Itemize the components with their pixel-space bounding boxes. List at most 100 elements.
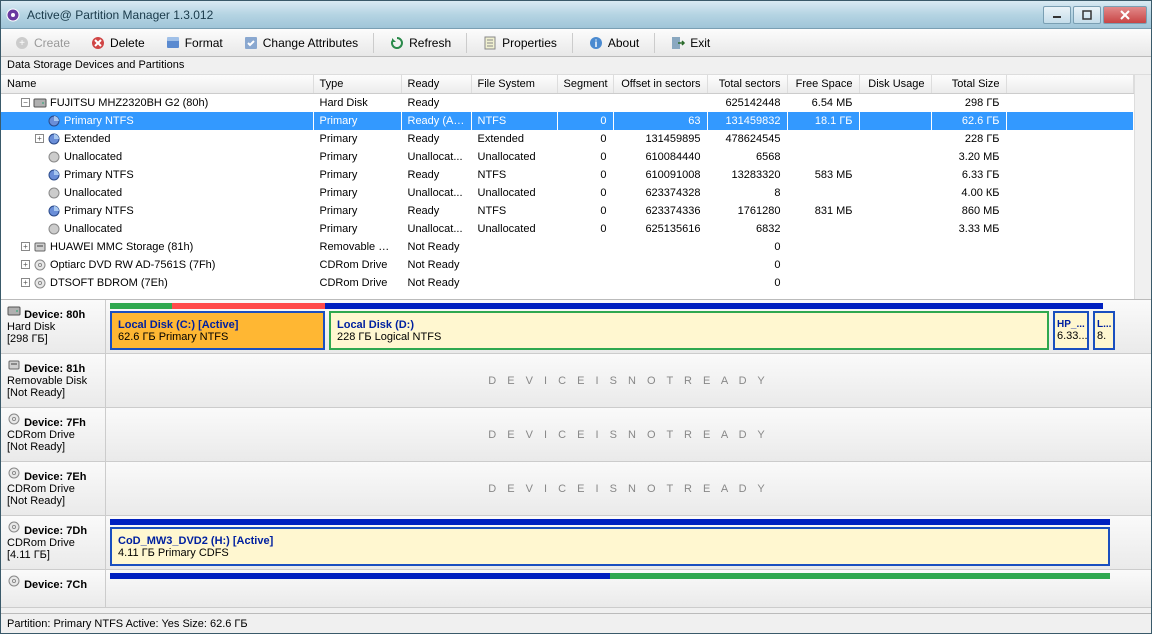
- cell-usage: [859, 274, 931, 292]
- properties-icon: [482, 35, 498, 51]
- col-segment[interactable]: Segment: [557, 75, 613, 94]
- cell-tsec: 478624545: [707, 130, 787, 148]
- about-icon: i: [588, 35, 604, 51]
- refresh-button[interactable]: Refresh: [380, 32, 460, 54]
- col-offset[interactable]: Offset in sectors: [613, 75, 707, 94]
- table-row[interactable]: Primary NTFSPrimaryReadyNTFS061009100813…: [1, 166, 1134, 184]
- cell-fs: Unallocated: [471, 148, 557, 166]
- table-scrollbar[interactable]: [1134, 75, 1151, 299]
- partition-name: CoD_MW3_DVD2 (H:) [Active]: [118, 535, 1102, 547]
- exit-button[interactable]: Exit: [661, 32, 719, 54]
- cell-ready: Unallocat...: [401, 148, 471, 166]
- partition-box[interactable]: Local Disk (C:) [Active]62.6 ГБ Primary …: [110, 311, 325, 350]
- delete-button[interactable]: Delete: [81, 32, 154, 54]
- table-row[interactable]: −FUJITSU MHZ2320BH G2 (80h)Hard DiskRead…: [1, 94, 1134, 112]
- exit-label: Exit: [690, 36, 710, 50]
- partition-box[interactable]: HP_...6.33...: [1053, 311, 1089, 350]
- col-type[interactable]: Type: [313, 75, 401, 94]
- create-button[interactable]: +Create: [5, 32, 79, 54]
- window-title: Active@ Partition Manager 1.3.012: [27, 8, 1043, 22]
- tree-expander: [35, 170, 44, 179]
- cell-tsec: 131459832: [707, 112, 787, 130]
- table-row[interactable]: UnallocatedPrimaryUnallocat...Unallocate…: [1, 220, 1134, 238]
- table-row[interactable]: +ExtendedPrimaryReadyExtended01314598954…: [1, 130, 1134, 148]
- tree-expander: [35, 116, 44, 125]
- cell-ready: Not Ready: [401, 256, 471, 274]
- partition-box[interactable]: CoD_MW3_DVD2 (H:) [Active]4.11 ГБ Primar…: [110, 527, 1110, 566]
- cell-seg: 0: [557, 166, 613, 184]
- tree-expander[interactable]: +: [35, 134, 44, 143]
- cell-free: [787, 220, 859, 238]
- about-button[interactable]: iAbout: [579, 32, 648, 54]
- cell-type: CDRom Drive: [313, 274, 401, 292]
- partition-box[interactable]: Local Disk (D:)228 ГБ Logical NTFS: [329, 311, 1049, 350]
- device-body: D E V I C E I S N O T R E A D Y: [106, 408, 1151, 461]
- minimize-button[interactable]: [1043, 6, 1071, 24]
- col-freespace[interactable]: Free Space: [787, 75, 859, 94]
- device-label[interactable]: Device: 81hRemovable Disk[Not Ready]: [1, 354, 106, 407]
- cell-free: 583 МБ: [787, 166, 859, 184]
- cell-tsec: 0: [707, 238, 787, 256]
- device-size: [4.11 ГБ]: [7, 549, 50, 561]
- col-totalsectors[interactable]: Total sectors: [707, 75, 787, 94]
- svg-text:+: +: [19, 38, 25, 49]
- device-label[interactable]: Device: 7FhCDRom Drive[Not Ready]: [1, 408, 106, 461]
- device-label[interactable]: Device: 7EhCDRom Drive[Not Ready]: [1, 462, 106, 515]
- tree-expander[interactable]: +: [21, 278, 30, 287]
- cell-usage: [859, 112, 931, 130]
- cell-type: Primary: [313, 220, 401, 238]
- rem-icon: [7, 358, 21, 372]
- properties-button[interactable]: Properties: [473, 32, 566, 54]
- table-row[interactable]: +DTSOFT BDROM (7Eh)CDRom DriveNot Ready0: [1, 274, 1134, 292]
- cell-usage: [859, 184, 931, 202]
- partition-name: HP_...: [1057, 319, 1085, 330]
- cell-fs: [471, 274, 557, 292]
- close-button[interactable]: [1103, 6, 1147, 24]
- partition-box[interactable]: L...8.: [1093, 311, 1115, 350]
- cell-free: [787, 238, 859, 256]
- col-totalsize[interactable]: Total Size: [931, 75, 1006, 94]
- cell-usage: [859, 238, 931, 256]
- table-row[interactable]: +HUAWEI MMC Storage (81h)Removable Di...…: [1, 238, 1134, 256]
- col-filesystem[interactable]: File System: [471, 75, 557, 94]
- col-ready[interactable]: Ready: [401, 75, 471, 94]
- table-row[interactable]: +Optiarc DVD RW AD-7561S (7Fh)CDRom Driv…: [1, 256, 1134, 274]
- delete-icon: [90, 35, 106, 51]
- cell-offset: 623374336: [613, 202, 707, 220]
- cell-ready: Ready: [401, 94, 471, 112]
- cell-tsec: 6568: [707, 148, 787, 166]
- col-name[interactable]: Name: [1, 75, 313, 94]
- partition-info: 6.33...: [1057, 330, 1085, 342]
- hdd-icon: [33, 96, 47, 110]
- cell-tsec: 0: [707, 256, 787, 274]
- tree-expander: [35, 224, 44, 233]
- tree-expander[interactable]: +: [21, 242, 30, 251]
- format-button[interactable]: Format: [156, 32, 232, 54]
- device-row: Device: 80hHard Disk[298 ГБ]Local Disk (…: [1, 300, 1151, 354]
- table-row[interactable]: UnallocatedPrimaryUnallocat...Unallocate…: [1, 148, 1134, 166]
- cell-usage: [859, 166, 931, 184]
- cell-seg: [557, 238, 613, 256]
- partition-info: 62.6 ГБ Primary NTFS: [118, 331, 317, 343]
- device-size: [Not Ready]: [7, 441, 65, 453]
- maximize-button[interactable]: [1073, 6, 1101, 24]
- properties-label: Properties: [502, 36, 557, 50]
- device-type: Removable Disk: [7, 375, 87, 387]
- app-icon: [5, 7, 21, 23]
- usage-bar: [110, 303, 1147, 309]
- toolbar-separator: [654, 33, 655, 53]
- device-row: Device: 7FhCDRom Drive[Not Ready]D E V I…: [1, 408, 1151, 462]
- col-diskusage[interactable]: Disk Usage: [859, 75, 931, 94]
- table-row[interactable]: Primary NTFSPrimaryReady (Ac...NTFS06313…: [1, 112, 1134, 130]
- tree-expander[interactable]: −: [21, 98, 30, 107]
- table-row[interactable]: UnallocatedPrimaryUnallocat...Unallocate…: [1, 184, 1134, 202]
- table-row[interactable]: Primary NTFSPrimaryReadyNTFS062337433617…: [1, 202, 1134, 220]
- tree-expander[interactable]: +: [21, 260, 30, 269]
- cell-size: 228 ГБ: [931, 130, 1006, 148]
- change-attributes-button[interactable]: Change Attributes: [234, 32, 367, 54]
- device-label[interactable]: Device: 7DhCDRom Drive[4.11 ГБ]: [1, 516, 106, 569]
- device-label[interactable]: Device: 7Ch: [1, 570, 106, 607]
- device-row: Device: 7EhCDRom Drive[Not Ready]D E V I…: [1, 462, 1151, 516]
- device-label[interactable]: Device: 80hHard Disk[298 ГБ]: [1, 300, 106, 353]
- cell-usage: [859, 130, 931, 148]
